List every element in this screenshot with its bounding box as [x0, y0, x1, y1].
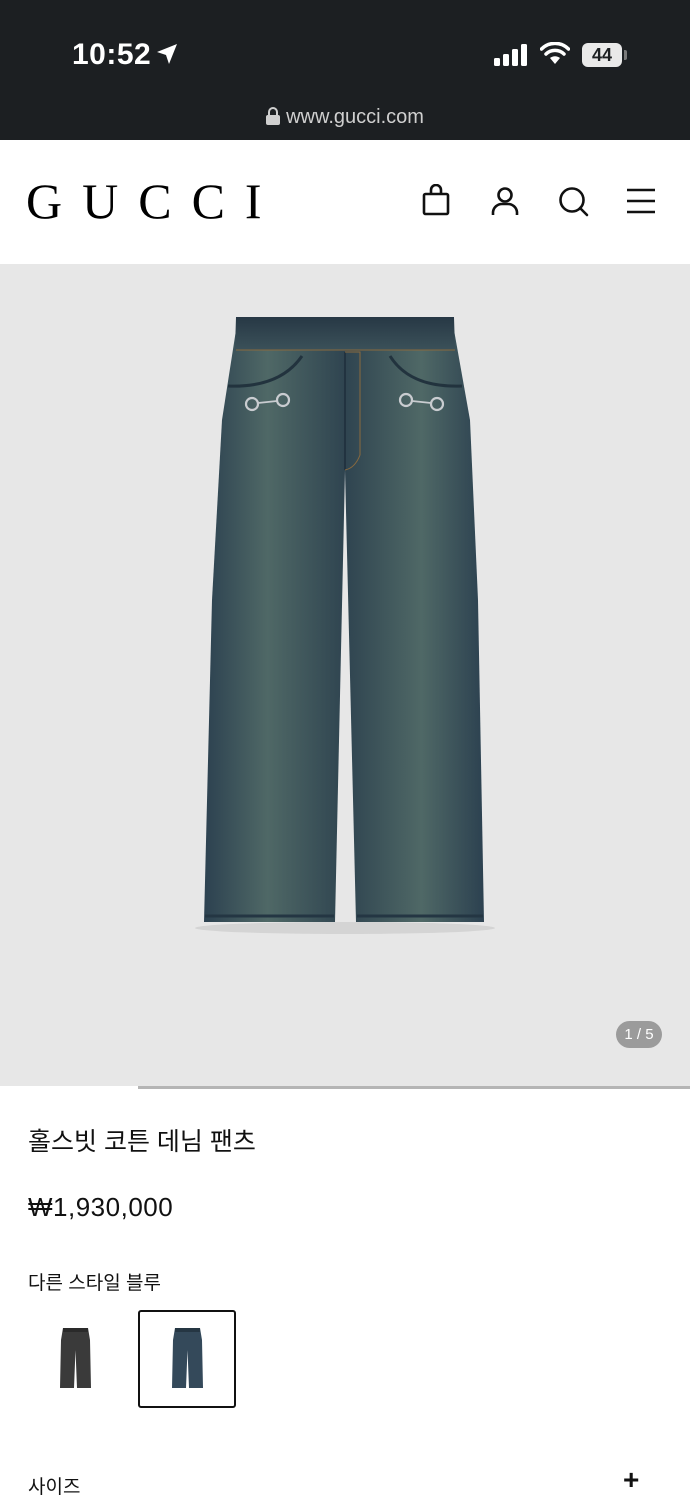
wifi-icon	[540, 42, 570, 64]
size-section-label[interactable]: 사이즈	[28, 1472, 80, 1499]
clock: 10:52	[72, 38, 152, 71]
gucci-logo[interactable]: GUCCI	[26, 176, 282, 226]
menu-icon[interactable]	[624, 184, 658, 218]
image-counter: 1 / 5	[616, 1021, 662, 1048]
url-text: www.gucci.com	[286, 106, 424, 128]
gallery-progress-fill	[0, 1086, 138, 1089]
product-title: 홀스빗 코튼 데님 팬츠	[28, 1128, 256, 1156]
blue-jeans-thumbnail	[172, 1328, 203, 1388]
style-swatch-blue[interactable]	[138, 1310, 236, 1408]
shopping-bag-icon[interactable]	[419, 184, 453, 218]
style-selector-label: 다른 스타일 블루	[28, 1273, 161, 1294]
search-icon[interactable]	[556, 184, 590, 218]
battery-cap	[624, 50, 627, 60]
cellular-signal-icon	[494, 44, 527, 66]
black-jeans-thumbnail	[60, 1328, 91, 1388]
battery-indicator: 44	[582, 43, 622, 67]
status-bar: 10:52 44 www.gucci.com	[0, 0, 690, 140]
style-swatch-black[interactable]	[26, 1310, 124, 1408]
product-photo	[195, 317, 495, 934]
gallery-progress-track	[0, 1086, 690, 1089]
product-image-gallery[interactable]: 1 / 5	[0, 264, 690, 1086]
product-price: ₩1,930,000	[28, 1192, 174, 1222]
expand-size-icon[interactable]: +	[623, 1464, 639, 1496]
url-bar[interactable]: www.gucci.com	[0, 106, 690, 129]
lock-icon	[266, 107, 281, 125]
location-arrow-icon	[157, 44, 177, 64]
account-icon[interactable]	[488, 184, 522, 218]
